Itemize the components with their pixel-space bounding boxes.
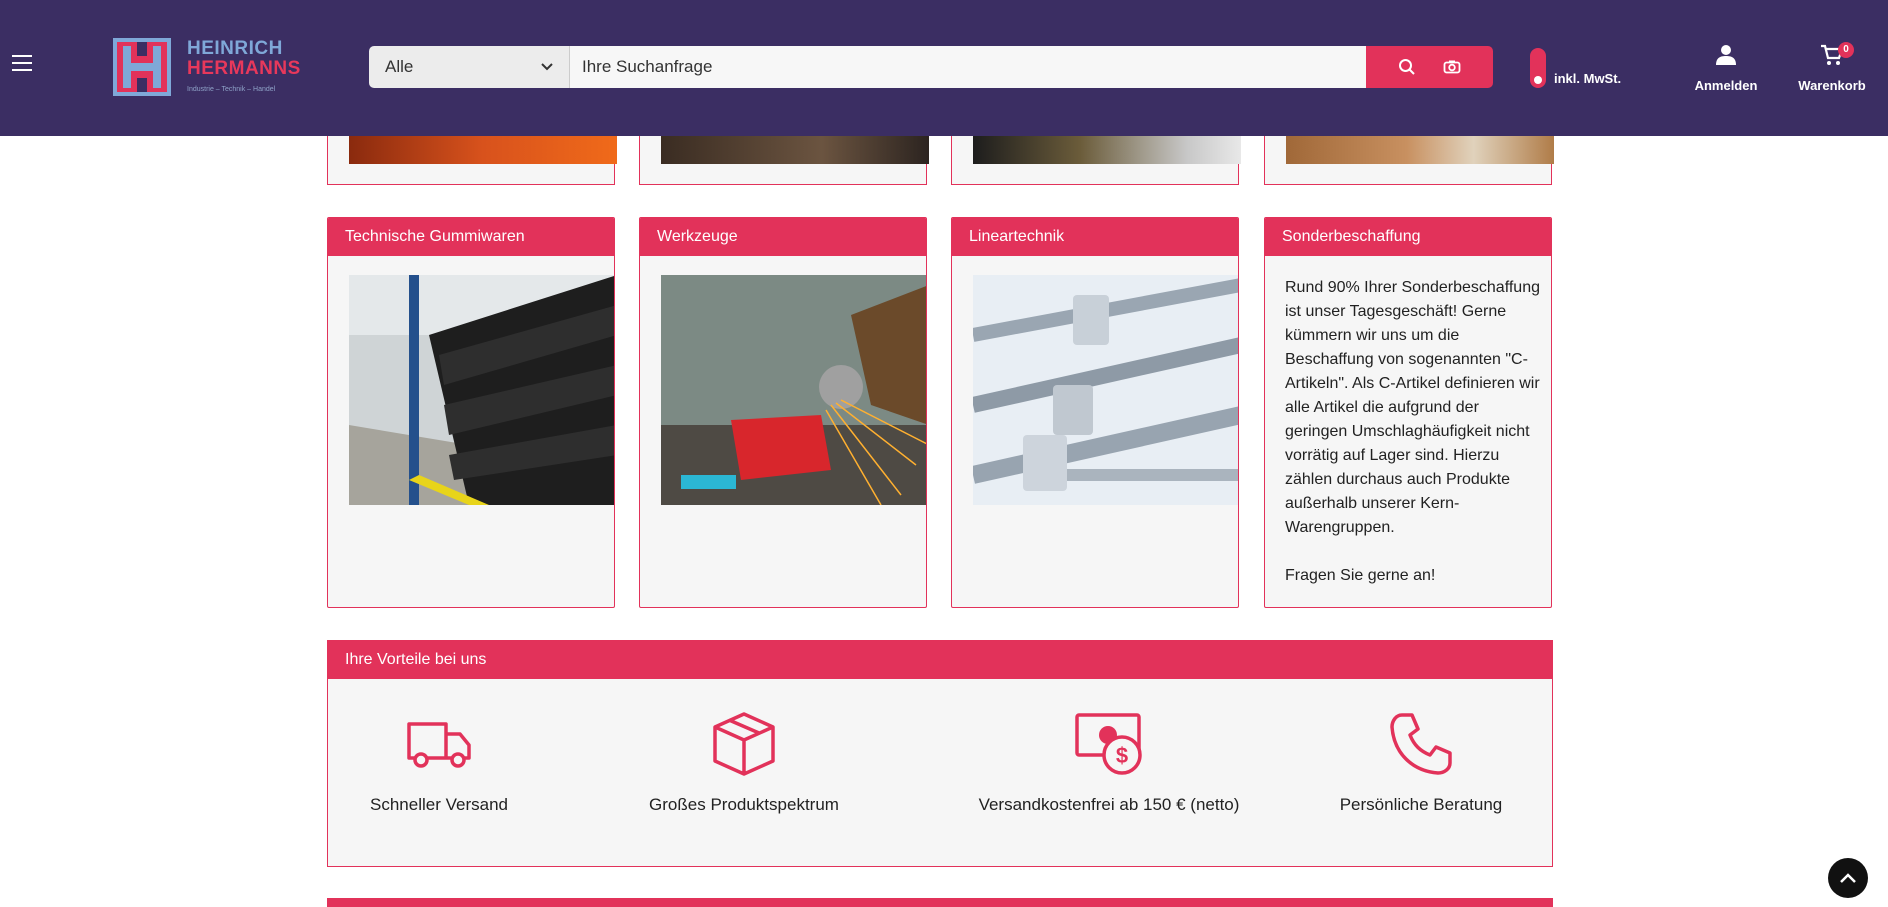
money-icon: $ [964,711,1254,777]
camera-icon[interactable] [1440,55,1464,79]
cart-count-badge: 0 [1838,42,1854,58]
chevron-up-icon [1840,873,1856,883]
search-category-value: Alle [385,57,414,76]
card-title: Technische Gummiwaren [328,218,614,256]
menu-icon[interactable] [12,55,32,71]
benefit-label: Versandkostenfrei ab 150 € (netto) [978,795,1240,814]
category-card-gummiwaren[interactable]: Technische Gummiwaren [327,217,615,608]
category-image [973,136,1241,164]
benefit-item: Persönliche Beratung [1336,711,1506,815]
scroll-to-top-button[interactable] [1828,858,1868,898]
category-image-gummiwaren [349,275,614,505]
sonderbeschaffung-cta: Fragen Sie gerne an! [1285,567,1436,584]
phone-icon [1336,711,1506,777]
logo-mark [113,38,171,96]
category-image [349,136,617,164]
logo-tagline: Industrie – Technik – Handel [187,86,276,93]
category-card-partial[interactable] [1264,136,1554,185]
toggle-knob [1534,76,1542,84]
search-category-select[interactable]: Alle [369,46,570,88]
next-section-header [327,898,1553,907]
cart-button[interactable]: 0 Warenkorb [1797,42,1867,93]
card-title: Lineartechnik [952,218,1238,256]
logo-text-heinrich: HEINRICH [187,38,283,59]
chevron-down-icon [541,63,553,71]
vat-label: inkl. MwSt. [1554,71,1622,86]
logo[interactable]: HEINRICH HERMANNS Industrie – Technik – … [113,38,300,98]
category-card-partial[interactable] [327,136,617,185]
benefit-item: $ Versandkostenfrei ab 150 € (netto) [964,711,1254,815]
card-title: Sonderbeschaffung [1265,218,1551,256]
category-card-werkzeuge[interactable]: Werkzeuge [639,217,927,608]
box-icon [644,711,844,777]
search-icon[interactable] [1395,55,1419,79]
category-card-lineartechnik[interactable]: Lineartechnik [951,217,1239,608]
login-label: Anmelden [1694,78,1758,93]
cart-label: Warenkorb [1798,78,1866,93]
user-icon [1693,44,1759,70]
benefit-item: Großes Produktspektrum [644,711,844,815]
benefit-label: Persönliche Beratung [1339,795,1503,814]
category-image [1286,136,1554,164]
search-bar: Alle [369,46,1493,88]
category-card-partial[interactable] [639,136,929,185]
cart-icon [1797,44,1867,70]
vat-toggle[interactable] [1530,48,1546,88]
benefits-section: Ihre Vorteile bei uns Schneller Versand … [327,640,1553,867]
sonderbeschaffung-text: Rund 90% Ihrer Sonderbeschaffung ist uns… [1285,279,1540,536]
svg-text:$: $ [1116,743,1128,768]
category-image-lineartechnik [973,275,1238,505]
benefits-title: Ihre Vorteile bei uns [328,641,1552,679]
card-title: Werkzeuge [640,218,926,256]
search-input[interactable] [570,46,1366,88]
benefit-label: Schneller Versand [370,795,508,814]
logo-text-hermanns: HERMANNS [187,58,301,79]
category-image-werkzeuge [661,275,926,505]
login-button[interactable]: Anmelden [1693,44,1759,93]
category-card-partial[interactable] [951,136,1241,185]
truck-icon [364,711,514,777]
benefit-item: Schneller Versand [364,711,514,815]
search-buttons [1366,46,1493,88]
benefit-label: Großes Produktspektrum [649,795,839,814]
site-header: HEINRICH HERMANNS Industrie – Technik – … [0,0,1888,136]
category-card-sonderbeschaffung[interactable]: Sonderbeschaffung Rund 90% Ihrer Sonderb… [1264,217,1552,608]
category-image [661,136,929,164]
card-description: Rund 90% Ihrer Sonderbeschaffung ist uns… [1285,276,1545,588]
